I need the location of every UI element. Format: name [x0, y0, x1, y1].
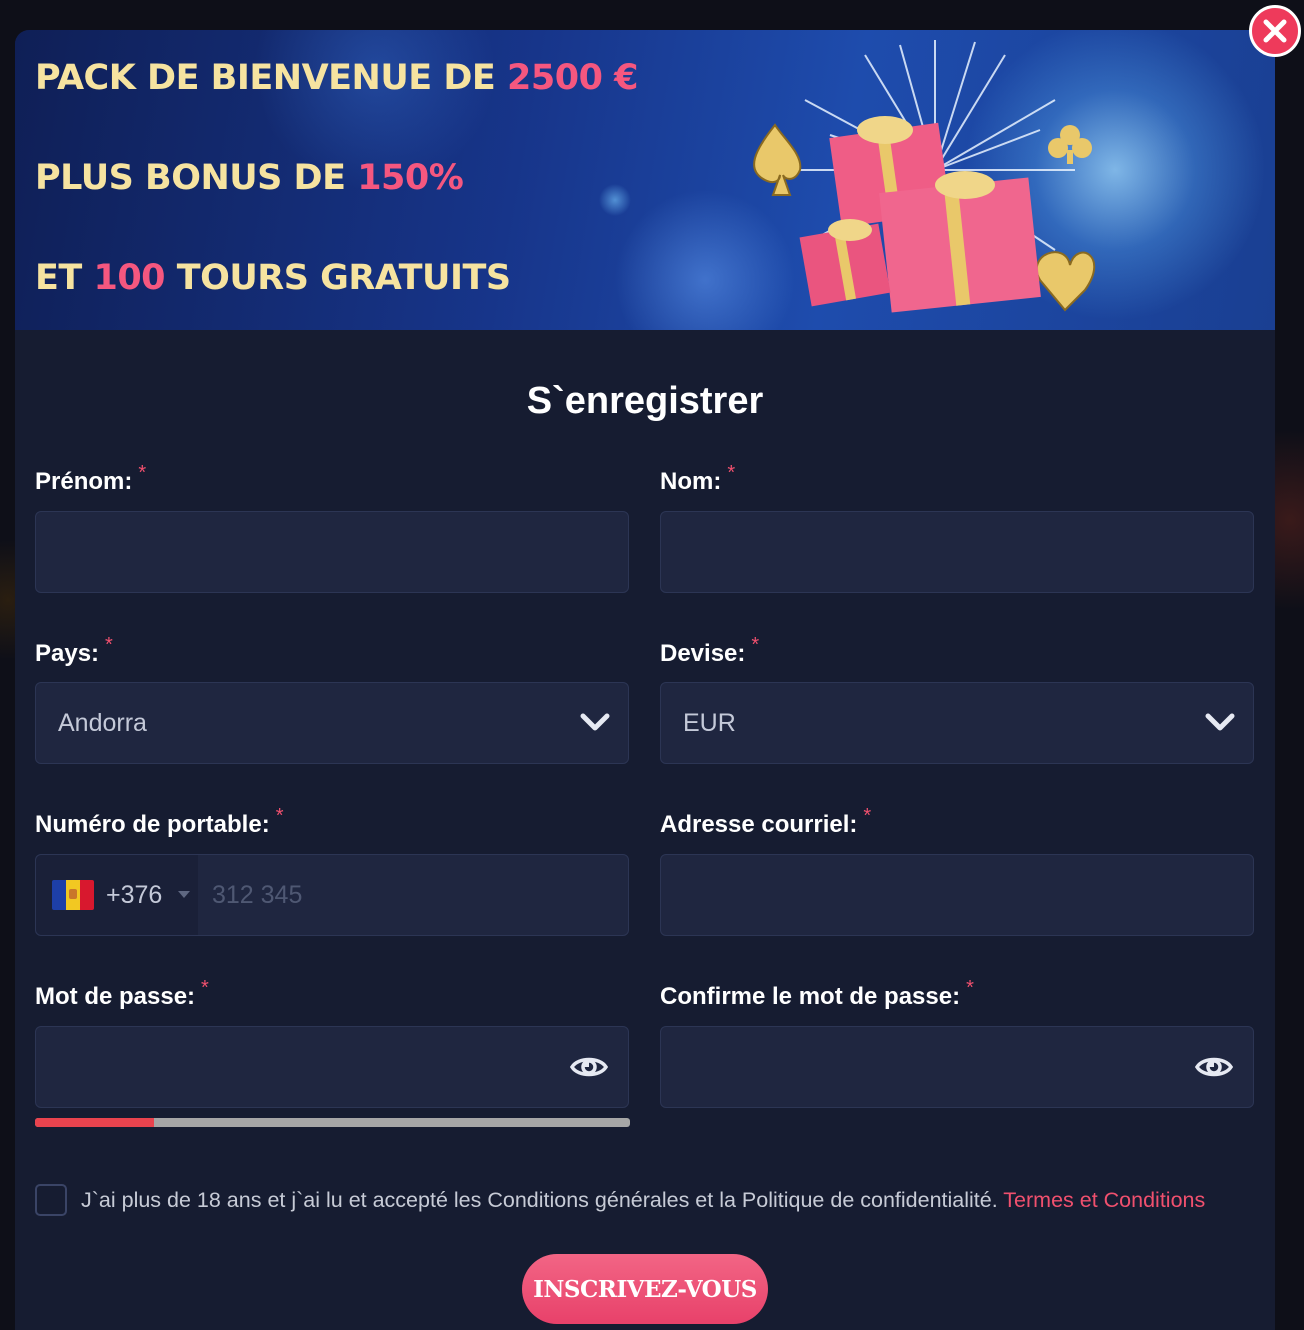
- required-asterisk: *: [105, 634, 113, 656]
- terms-link[interactable]: Termes et Conditions: [1003, 1188, 1205, 1212]
- required-asterisk: *: [863, 805, 872, 827]
- first-name-field[interactable]: [35, 511, 629, 593]
- required-asterisk: *: [751, 634, 760, 656]
- country-selected-value: Andorra: [58, 709, 147, 737]
- chevron-down-icon: [1205, 713, 1235, 731]
- required-asterisk: *: [966, 977, 974, 999]
- banner-line-bonus: PLUS BONUS DE 150%: [35, 158, 464, 198]
- password-field[interactable]: [35, 1026, 629, 1108]
- close-icon: [1263, 19, 1287, 43]
- confirm-password-field[interactable]: [660, 1026, 1254, 1108]
- eye-icon[interactable]: [1195, 1053, 1233, 1081]
- welcome-banner: PACK DE BIENVENUE DE 2500 € PLUS BONUS D…: [15, 30, 1275, 330]
- chevron-down-icon: [580, 713, 610, 731]
- eye-icon[interactable]: [570, 1053, 608, 1081]
- banner-line-welcome-pack: PACK DE BIENVENUE DE 2500 €: [35, 58, 638, 98]
- registration-modal: PACK DE BIENVENUE DE 2500 € PLUS BONUS D…: [15, 30, 1275, 1330]
- email-field[interactable]: [660, 854, 1254, 936]
- register-button[interactable]: INSCRIVEZ-VOUS: [522, 1254, 768, 1324]
- phone-field: +376 312 345: [35, 854, 629, 936]
- caret-down-icon: [178, 891, 190, 898]
- terms-text: J`ai plus de 18 ans et j`ai lu et accept…: [81, 1188, 1206, 1212]
- currency-selected-value: EUR: [683, 709, 736, 737]
- gift-boxes-illustration: [753, 40, 1096, 313]
- required-asterisk: *: [201, 977, 209, 999]
- banner-line-free-spins: ET 100 TOURS GRATUITS: [35, 258, 511, 298]
- confirm-password-label: Confirme le mot de passe: *: [660, 977, 974, 1010]
- required-asterisk: *: [275, 805, 284, 827]
- email-label: Adresse courriel: *: [660, 805, 872, 838]
- phone-number-input[interactable]: 312 345: [212, 855, 302, 935]
- country-code-selector[interactable]: +376: [36, 855, 198, 935]
- password-strength-bar: [35, 1118, 630, 1127]
- required-asterisk: *: [138, 462, 147, 484]
- close-button[interactable]: [1249, 5, 1301, 57]
- required-asterisk: *: [727, 462, 736, 484]
- form-title: S`enregistrer: [526, 380, 764, 422]
- password-label: Mot de passe: *: [35, 977, 209, 1010]
- andorra-flag-icon: [52, 880, 94, 910]
- country-select[interactable]: Andorra: [35, 682, 629, 764]
- password-strength-fill: [35, 1118, 154, 1127]
- currency-select[interactable]: EUR: [660, 682, 1254, 764]
- country-label: Pays: *: [35, 634, 113, 667]
- phone-label: Numéro de portable: *: [35, 805, 284, 838]
- first-name-label: Prénom: *: [35, 462, 147, 495]
- currency-label: Devise: *: [660, 634, 760, 667]
- dial-code: +376: [106, 881, 163, 909]
- last-name-label: Nom: *: [660, 462, 736, 495]
- terms-checkbox[interactable]: [35, 1184, 67, 1216]
- last-name-field[interactable]: [660, 511, 1254, 593]
